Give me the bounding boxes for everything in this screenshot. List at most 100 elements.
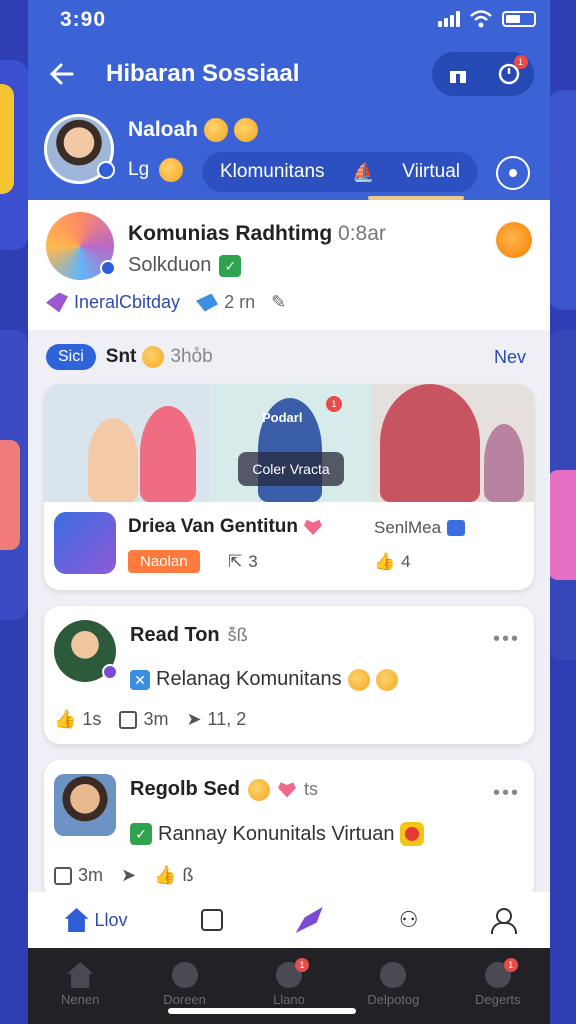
profile-icon (491, 908, 518, 934)
post-thumbnail[interactable] (54, 512, 116, 574)
post-title: Read Ton (130, 624, 220, 646)
tab-home[interactable]: Llov (64, 908, 128, 932)
community-post[interactable]: Komunias Radhtimg 0:8ar Solkduon ✓ Inera… (28, 200, 550, 330)
nav-item-shop[interactable]: Doreen (145, 962, 225, 1007)
action-edit[interactable]: ✎ (271, 292, 286, 313)
post-avatar[interactable] (54, 774, 116, 836)
header-actions: 1 (432, 52, 534, 96)
share-count: 11, 2 (207, 709, 247, 729)
nav-item-profile[interactable]: 1 Degerts (458, 958, 538, 1007)
nav-item-explore[interactable]: Delpotog (353, 962, 433, 1007)
action-comment[interactable]: 2 rn (196, 292, 255, 313)
phone-screen: 3:90 Hibaran Sossiaal 1 Naloah Lg Klomun… (28, 0, 550, 1024)
shop-icon (171, 962, 198, 988)
group-photo: Podarl 1 Coler Vracta (44, 384, 534, 502)
more-options-icon[interactable]: ••• (493, 782, 520, 805)
media-stat[interactable]: ⇱ 3 (228, 552, 258, 572)
tab-community[interactable]: ⚇ (399, 907, 419, 933)
nav-item-activity[interactable]: 1 Llano (249, 958, 329, 1007)
tab-virtual[interactable]: Viirtual (402, 161, 460, 183)
post-actions: IneralCbitday 2 rn ✎ (46, 292, 286, 313)
post-title-muted: ts (304, 779, 319, 799)
section-header: Sici Snt 3ho̊b Nev (28, 332, 550, 382)
check-icon: ✓ (219, 254, 242, 277)
tab-home-label: Llov (94, 909, 128, 930)
post-card[interactable]: Regolb Sed ts ••• ✓ Rannay Konunitals Vi… (44, 760, 534, 900)
notification-timer-icon[interactable]: 1 (496, 55, 528, 87)
post-sub: Relanag Komunitans (156, 668, 342, 690)
tab-create[interactable] (295, 907, 326, 933)
media-title-row: Driea Van Gentitun (128, 516, 322, 538)
comment-stat[interactable]: 3m (119, 709, 168, 730)
group-icon: ⚇ (398, 907, 419, 932)
bottom-tab-bar: Llov ⚇ (28, 892, 550, 948)
status-icons (438, 10, 536, 28)
action-celebrate[interactable]: IneralCbitday (46, 292, 180, 313)
share-icon: ⇱ (228, 552, 243, 571)
section-title-row: Snt 3ho̊b (106, 346, 213, 368)
like-stat[interactable]: 👍 ß (154, 865, 193, 886)
notification-badge: 1 (294, 958, 309, 972)
section-link[interactable]: Nev (494, 347, 526, 368)
like-outline-icon: 👍 (154, 865, 177, 885)
section-title-muted: 3ho̊b (170, 346, 213, 367)
media-post-card[interactable]: Podarl 1 Coler Vracta Driea Van Gentitun… (44, 384, 534, 590)
like-stat[interactable]: 👍 1s (54, 709, 101, 730)
page-title: Hibaran Sossiaal (106, 60, 300, 87)
bookmark-icon (200, 909, 223, 931)
like-outline-icon: 👍 (374, 552, 396, 571)
emoji-icon (347, 668, 370, 691)
media-right-stat[interactable]: 👍 4 (374, 552, 411, 572)
media-stat-value: 3 (248, 552, 258, 571)
emoji-icon (234, 118, 259, 142)
community-avatar[interactable] (46, 212, 116, 280)
overlay-caption: Coler Vracta (238, 452, 344, 486)
media-right-stat-value: 4 (401, 552, 411, 571)
section-chip[interactable]: Sici (46, 344, 96, 370)
notification-badge: 1 (326, 396, 342, 412)
user-sub-label: Lg (128, 159, 150, 180)
heart-icon (278, 782, 297, 798)
like-count: ß (182, 865, 194, 885)
media-tag[interactable]: Naolan (128, 550, 200, 573)
user-sub-row: Lg (128, 158, 184, 182)
battery-icon (502, 11, 536, 27)
post-sub: Rannay Konunitals Virtuan (158, 822, 395, 845)
background-card-left-bottom (0, 330, 28, 620)
post-meta: 0:8ar (338, 222, 386, 245)
compass-icon (380, 962, 407, 988)
nav-label: Degerts (474, 992, 521, 1007)
post-title-row: Komunias Radhtimg 0:8ar (128, 222, 386, 246)
share-stat[interactable]: ➤ 11, 2 (186, 709, 246, 730)
nav-label: Nenen (61, 992, 100, 1007)
nav-item-home[interactable]: Nenen (40, 962, 120, 1007)
like-icon[interactable] (447, 520, 466, 536)
tab-bookmark[interactable] (200, 909, 223, 931)
feather-icon (295, 907, 323, 933)
home-indicator[interactable] (168, 1008, 356, 1014)
more-options-icon[interactable]: ••• (493, 628, 520, 651)
tomato-icon (400, 822, 425, 846)
nav-label: Llano (273, 992, 305, 1007)
heart-icon (303, 519, 322, 535)
edit-icon: ✎ (271, 292, 287, 312)
options-circle-icon[interactable] (496, 156, 530, 190)
status-time: 3:90 (60, 8, 107, 31)
nav-label: Doreen (163, 992, 206, 1007)
post-title-row: Read Ton š̊ß (130, 624, 248, 647)
wifi-icon (470, 10, 492, 28)
back-arrow-icon[interactable] (48, 60, 76, 88)
post-avatar[interactable] (54, 620, 118, 682)
post-title: Regolb Sed (130, 778, 241, 800)
tab-komunitas[interactable]: Klomunitans (220, 161, 325, 183)
user-name: Naloah (128, 118, 199, 141)
share-stat[interactable]: ➤ (121, 865, 136, 886)
user-avatar[interactable] (44, 114, 115, 184)
background-card-right-top (548, 90, 576, 310)
post-title: Komunias Radhtimg (128, 222, 333, 245)
sail-icon: ⛵ (352, 161, 375, 182)
gift-icon[interactable] (445, 61, 471, 87)
comment-stat[interactable]: 3m (54, 865, 103, 886)
post-card[interactable]: Read Ton š̊ß ••• ✕ Relanag Komunitans 👍 1… (44, 606, 534, 744)
tab-profile[interactable] (491, 908, 518, 934)
